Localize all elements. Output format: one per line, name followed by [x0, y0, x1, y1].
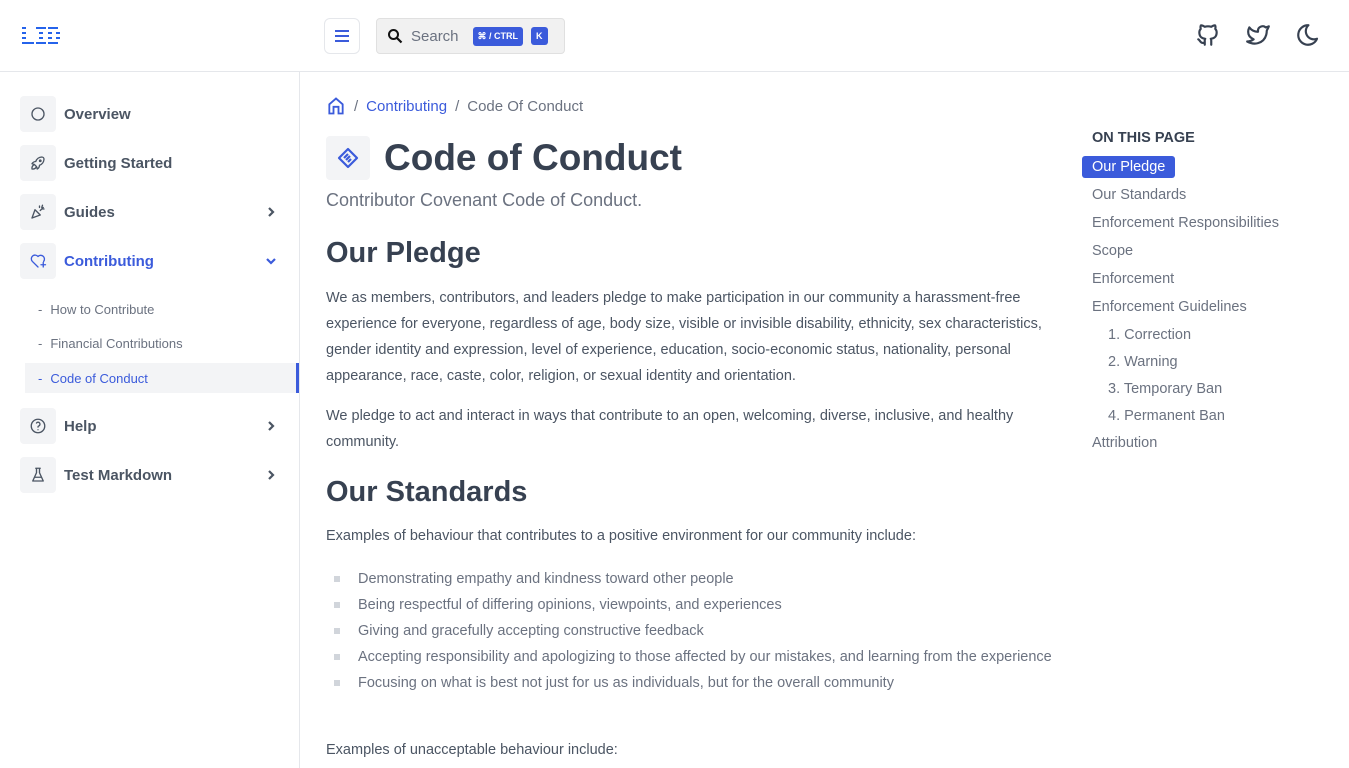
- unacceptable-intro: Examples of unacceptable behaviour inclu…: [326, 742, 618, 758]
- circle-icon: [31, 107, 45, 121]
- sidebar-subitem-financial-contributions[interactable]: - Financial Contributions: [25, 328, 299, 358]
- toc-item-our-pledge[interactable]: Our Pledge: [1082, 156, 1322, 184]
- sidebar-item-getting-started[interactable]: Getting Started: [20, 145, 282, 181]
- sidebar-item-overview[interactable]: Overview: [20, 96, 282, 132]
- heading-our-standards: Our Standards: [326, 476, 528, 508]
- list-item: Demonstrating empathy and kindness towar…: [326, 566, 1061, 592]
- shortcut-modifier-badge: ⌘ / CTRL: [472, 26, 524, 46]
- list-item: Giving and gracefully accepting construc…: [326, 618, 1061, 644]
- heart-plus-icon: [30, 254, 47, 268]
- toc-item-correction[interactable]: 1. Correction: [1082, 324, 1322, 351]
- sidebar-subitem-code-of-conduct[interactable]: - Code of Conduct: [25, 363, 299, 393]
- home-icon[interactable]: [326, 96, 346, 116]
- toc-item-enforcement-guidelines[interactable]: Enforcement Guidelines: [1082, 296, 1322, 324]
- moon-icon[interactable]: [1295, 22, 1321, 48]
- handshake-icon: [337, 147, 359, 169]
- logo[interactable]: [22, 26, 62, 46]
- sidebar-item-guides[interactable]: Guides: [20, 194, 282, 230]
- hamburger-icon: [335, 30, 349, 42]
- page-title: Code of Conduct: [384, 137, 683, 178]
- sidebar-subitem-label: Code of Conduct: [50, 370, 148, 386]
- sidebar-item-label: Test Markdown: [64, 466, 173, 484]
- toc-item-enforcement-responsibilities[interactable]: Enforcement Responsibilities: [1082, 212, 1322, 240]
- standards-intro: Examples of behaviour that contributes t…: [326, 528, 916, 544]
- sidebar-item-label: Guides: [64, 203, 115, 221]
- list-item: Being respectful of differing opinions, …: [326, 592, 1061, 618]
- breadcrumb-current: Code Of Conduct: [467, 97, 584, 115]
- sidebar-subitem-label: How to Contribute: [50, 301, 155, 317]
- chevron-right-icon: [268, 470, 275, 480]
- standards-list: Demonstrating empathy and kindness towar…: [326, 566, 1061, 696]
- sidebar-item-test-markdown[interactable]: Test Markdown: [20, 457, 282, 493]
- heading-our-pledge: Our Pledge: [326, 237, 481, 269]
- toc-item-enforcement[interactable]: Enforcement: [1082, 268, 1322, 296]
- toc-item-scope[interactable]: Scope: [1082, 240, 1322, 268]
- shortcut-key-badge: K: [531, 27, 548, 45]
- sidebar-subitem-label: Financial Contributions: [50, 335, 183, 351]
- list-item: Accepting responsibility and apologizing…: [326, 644, 1061, 670]
- search-button[interactable]: Search ⌘ / CTRL K: [376, 18, 565, 54]
- chevron-right-icon: [268, 421, 275, 431]
- pledge-paragraph-2: We pledge to act and interact in ways th…: [326, 408, 1014, 450]
- sidebar-item-label: Overview: [64, 105, 131, 123]
- flask-icon: [32, 467, 44, 482]
- twitter-icon[interactable]: [1245, 22, 1271, 48]
- list-item: Focusing on what is best not just for us…: [326, 670, 1061, 696]
- search-icon: [388, 29, 403, 44]
- search-placeholder: Search: [411, 27, 459, 45]
- sidebar-item-label: Getting Started: [64, 154, 173, 172]
- page-subtitle: Contributor Covenant Code of Conduct.: [326, 190, 643, 210]
- toc-title: ON THIS PAGE: [1092, 130, 1195, 146]
- help-circle-icon: [30, 418, 46, 434]
- confetti-icon: [31, 204, 45, 219]
- toc-item-temporary-ban[interactable]: 3. Temporary Ban: [1082, 378, 1322, 405]
- rocket-icon: [31, 156, 45, 170]
- sidebar-item-contributing[interactable]: Contributing: [20, 243, 282, 279]
- sidebar: Overview Getting Started Guides Contribu…: [0, 72, 300, 768]
- breadcrumb: / Contributing / Code Of Conduct: [326, 96, 583, 116]
- chevron-right-icon: [268, 207, 275, 217]
- sidebar-item-label: Help: [64, 417, 97, 435]
- breadcrumb-contributing-link[interactable]: Contributing: [366, 98, 447, 115]
- sidebar-subitem-how-to-contribute[interactable]: - How to Contribute: [25, 294, 299, 324]
- sidebar-item-help[interactable]: Help: [20, 408, 282, 444]
- chevron-down-icon: [266, 258, 276, 265]
- toc-item-warning[interactable]: 2. Warning: [1082, 351, 1322, 378]
- toc-item-attribution[interactable]: Attribution: [1082, 432, 1322, 460]
- pledge-paragraph-1: We as members, contributors, and leaders…: [326, 290, 1042, 384]
- toc-item-our-standards[interactable]: Our Standards: [1082, 184, 1322, 212]
- sidebar-item-label: Contributing: [64, 252, 154, 270]
- toc-item-permanent-ban[interactable]: 4. Permanent Ban: [1082, 405, 1322, 432]
- menu-toggle-button[interactable]: [324, 18, 360, 54]
- table-of-contents: ON THIS PAGE Our Pledge Our Standards En…: [1082, 130, 1322, 460]
- github-icon[interactable]: [1195, 22, 1221, 48]
- top-header: Search ⌘ / CTRL K: [0, 0, 1349, 72]
